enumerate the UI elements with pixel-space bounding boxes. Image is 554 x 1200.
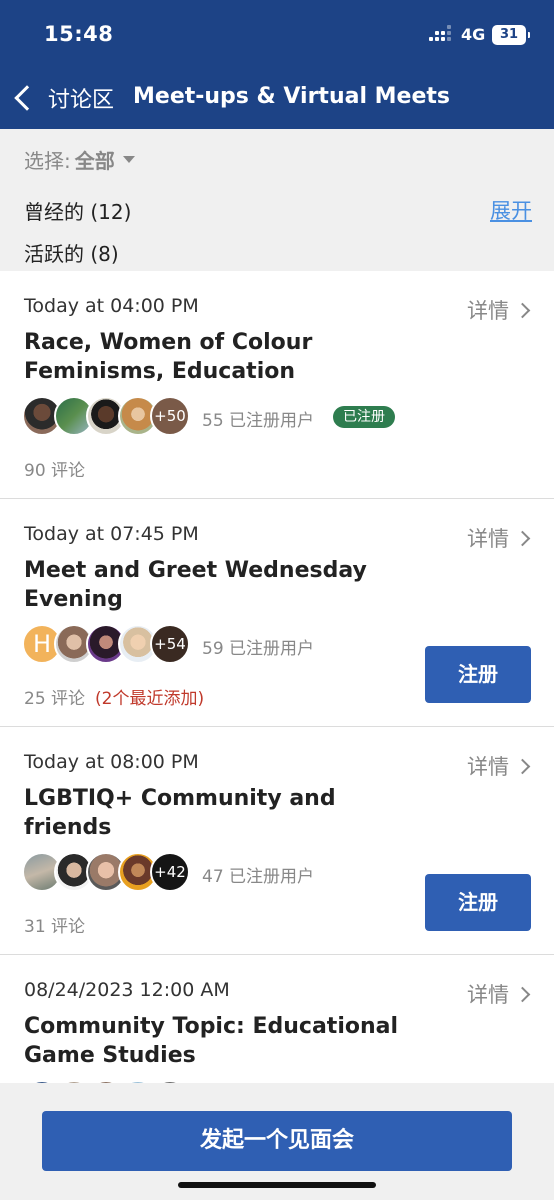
attendee-avatars[interactable]: H +54 <box>22 624 192 666</box>
event-time: Today at 08:00 PM <box>24 751 199 773</box>
event-card[interactable]: 08/24/2023 12:00 AM 详情 Community Topic: … <box>0 955 554 1095</box>
register-button[interactable]: 注册 <box>425 874 531 931</box>
chevron-right-icon <box>514 530 531 546</box>
registered-users-count: 55 已注册用户 <box>202 411 315 431</box>
event-title: Race, Women of Colour Feminisms, Educati… <box>24 330 313 384</box>
registered-badge: 已注册 <box>333 406 395 428</box>
details-link[interactable]: 详情 <box>467 523 531 553</box>
filter-select[interactable]: 选择: 全部 <box>24 145 135 174</box>
chevron-left-icon <box>14 85 40 111</box>
details-link[interactable]: 详情 <box>467 979 531 1009</box>
avatar-more-count: +54 <box>150 624 190 664</box>
event-card[interactable]: Today at 08:00 PM 详情 LGBTIQ+ Community a… <box>0 727 554 955</box>
signal-icon <box>429 25 455 44</box>
event-time: Today at 07:45 PM <box>24 523 199 545</box>
avatar-more-count: +50 <box>150 396 190 436</box>
details-link[interactable]: 详情 <box>467 751 531 781</box>
status-time: 15:48 <box>44 22 114 46</box>
details-label: 详情 <box>467 755 509 779</box>
attendee-avatars[interactable]: +50 <box>22 396 192 438</box>
registered-users-count: 59 已注册用户 <box>202 639 315 659</box>
home-indicator <box>178 1182 376 1188</box>
attendee-avatars[interactable]: +42 <box>22 852 192 894</box>
registered-users-count: 47 已注册用户 <box>202 867 315 887</box>
recent-added-note: (2个最近添加) <box>95 689 205 709</box>
past-section-label: 曾经的 (12) <box>24 200 132 224</box>
event-time: 08/24/2023 12:00 AM <box>24 979 230 1001</box>
start-meetup-button[interactable]: 发起一个见面会 <box>42 1111 512 1171</box>
chevron-right-icon <box>514 758 531 774</box>
network-label: 4G <box>461 25 486 44</box>
event-time: Today at 04:00 PM <box>24 295 199 317</box>
caret-down-icon <box>122 156 135 163</box>
comment-count[interactable]: 31 评论 <box>24 912 85 937</box>
details-label: 详情 <box>467 983 509 1007</box>
details-label: 详情 <box>467 527 509 551</box>
event-title: LGBTIQ+ Community and friends <box>24 786 336 840</box>
chevron-right-icon <box>514 986 531 1002</box>
event-title: Community Topic: Educational Game Studie… <box>24 1014 399 1068</box>
register-button[interactable]: 注册 <box>425 646 531 703</box>
event-title: Meet and Greet Wednesday Evening <box>24 558 367 612</box>
page-title: Meet-ups & Virtual Meets <box>133 84 450 109</box>
bottom-bar: 发起一个见面会 <box>0 1083 554 1200</box>
expand-link[interactable]: 展开 <box>490 195 532 225</box>
details-link[interactable]: 详情 <box>467 295 531 325</box>
app-header: 15:48 4G 31 讨论区 Meet-ups & Virtual Meets <box>0 0 554 129</box>
comment-count[interactable]: 25 评论 (2个最近添加) <box>24 684 204 709</box>
details-label: 详情 <box>467 299 509 323</box>
back-button[interactable]: 讨论区 <box>12 82 114 114</box>
comment-count[interactable]: 90 评论 <box>24 456 85 481</box>
avatar-more-count: +42 <box>150 852 190 892</box>
active-section-label: 活跃的 (8) <box>24 242 119 266</box>
event-card[interactable]: Today at 07:45 PM 详情 Meet and Greet Wedn… <box>0 499 554 727</box>
comment-count-label: 25 评论 <box>24 689 86 709</box>
filter-label: 选择: <box>24 149 71 173</box>
battery-icon: 31 <box>492 25 530 45</box>
filter-value: 全部 <box>74 149 115 173</box>
back-label: 讨论区 <box>48 88 115 113</box>
chevron-right-icon <box>514 302 531 318</box>
event-card[interactable]: Today at 04:00 PM 详情 Race, Women of Colo… <box>0 271 554 499</box>
